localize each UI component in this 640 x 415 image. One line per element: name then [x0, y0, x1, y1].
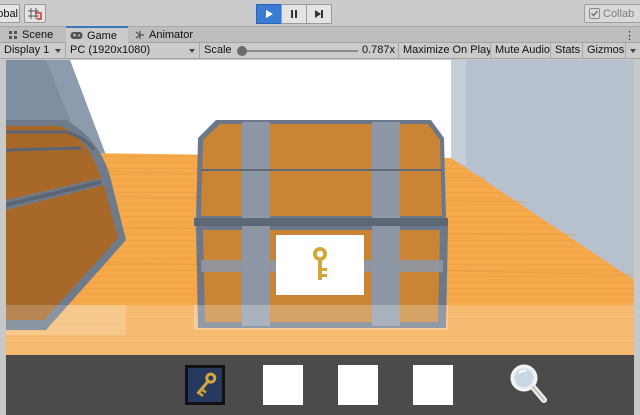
maximize-on-play-toggle[interactable]: Maximize On Play: [399, 43, 491, 59]
gamepad-icon: [70, 31, 83, 40]
magnifier-button[interactable]: [508, 362, 548, 406]
checkmark-icon: [589, 8, 600, 19]
tab-animator[interactable]: Animator: [131, 27, 211, 43]
key-icon: [196, 372, 217, 397]
more-options-icon[interactable]: ⋮: [624, 29, 635, 42]
resolution-dropdown[interactable]: PC (1920x1080): [66, 43, 200, 59]
scale-label: Scale: [204, 44, 232, 56]
scale-slider-track[interactable]: [240, 50, 358, 52]
unity-editor-window: Global Colla: [0, 0, 640, 415]
collab-button[interactable]: Collab: [584, 4, 640, 23]
pause-icon: [291, 10, 297, 18]
playmode-controls: [256, 4, 332, 24]
chevron-down-icon: [630, 49, 636, 53]
pause-button[interactable]: [281, 4, 307, 24]
chevron-down-icon: [189, 49, 195, 53]
tab-game[interactable]: Game: [66, 26, 128, 43]
animator-icon: [135, 30, 145, 40]
resolution-label: PC (1920x1080): [70, 44, 151, 56]
game-view-toolbar: Display 1 PC (1920x1080) Scale 0.787x Ma…: [0, 43, 640, 59]
tab-scene[interactable]: Scene: [4, 27, 64, 43]
view-tab-bar: Scene Game Animator ⋮: [0, 26, 640, 43]
scale-value: 0.787x: [361, 44, 395, 56]
display-label: Display 1: [4, 44, 50, 56]
inventory-bar: [6, 355, 634, 415]
tab-game-label: Game: [87, 29, 117, 42]
game-scene: [6, 60, 634, 355]
play-button[interactable]: [256, 4, 282, 24]
scene-grid-icon: [8, 30, 18, 40]
gizmos-dropdown[interactable]: [626, 43, 640, 59]
treasure-chest[interactable]: [194, 120, 448, 330]
mute-audio-toggle[interactable]: Mute Audio: [491, 43, 551, 59]
step-icon: [315, 10, 323, 18]
game-viewport[interactable]: [6, 60, 634, 355]
stats-toggle[interactable]: Stats: [551, 43, 583, 59]
viewport-frame-right: [634, 60, 640, 415]
main-toolbar: Global Colla: [0, 0, 640, 27]
step-button[interactable]: [306, 4, 332, 24]
tab-scene-label: Scene: [22, 29, 54, 41]
magnifier-icon: [510, 364, 547, 403]
inventory-slot-1[interactable]: [185, 365, 225, 405]
play-icon: [266, 10, 273, 18]
inventory-slot-4[interactable]: [413, 365, 453, 405]
display-dropdown[interactable]: Display 1: [0, 43, 66, 59]
grid-snap-icon: [28, 8, 42, 20]
chevron-down-icon: [55, 49, 61, 53]
global-toggle-button[interactable]: Global: [0, 4, 20, 23]
gizmos-toggle[interactable]: Gizmos: [583, 43, 626, 59]
tab-animator-label: Animator: [149, 29, 194, 41]
snap-grid-button[interactable]: [24, 4, 46, 23]
collab-label: Collab: [603, 7, 635, 20]
inventory-slot-2[interactable]: [263, 365, 303, 405]
scale-slider-handle[interactable]: [237, 46, 247, 56]
inventory-slot-3[interactable]: [338, 365, 378, 405]
